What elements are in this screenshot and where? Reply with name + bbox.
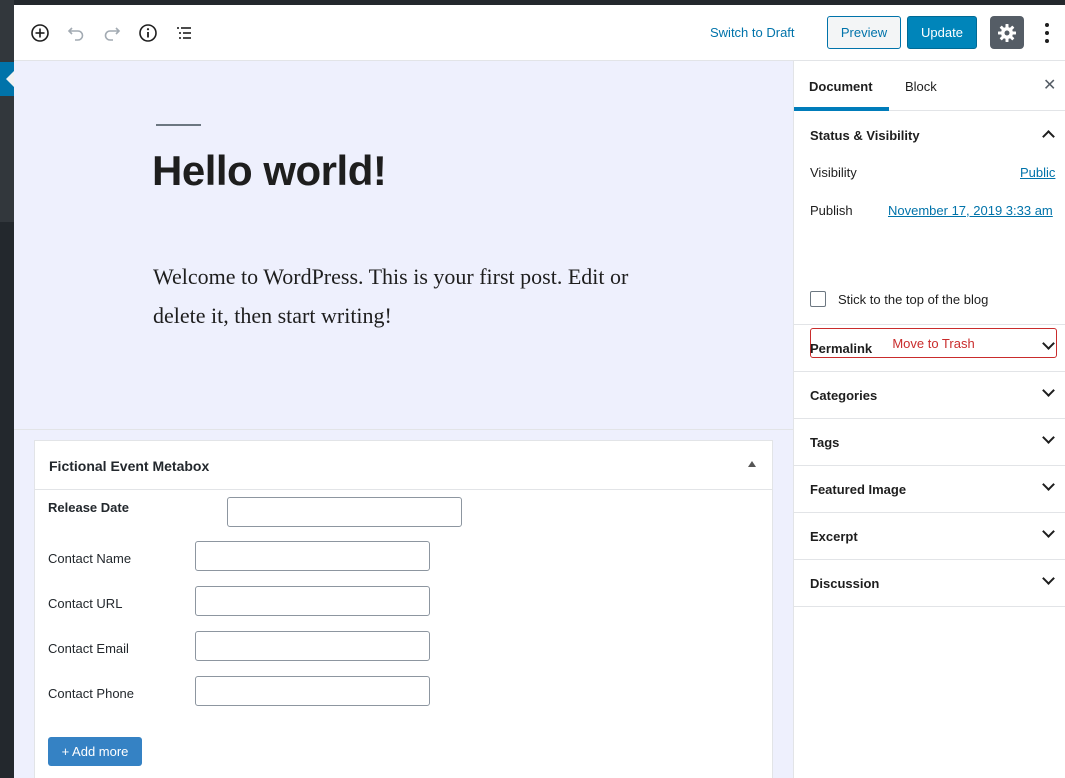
discussion-title: Discussion xyxy=(810,576,880,591)
more-options-icon[interactable] xyxy=(1038,21,1056,45)
admin-sidebar xyxy=(0,0,14,778)
close-icon[interactable]: ✕ xyxy=(1043,78,1056,94)
chevron-down-icon xyxy=(1042,478,1055,491)
admin-menu-arrow-icon xyxy=(6,71,14,87)
chevron-down-icon xyxy=(1042,431,1055,444)
visibility-link[interactable]: Public xyxy=(1020,165,1055,180)
tags-title: Tags xyxy=(810,435,840,450)
contact-phone-input[interactable] xyxy=(195,676,430,706)
featured-image-title: Featured Image xyxy=(810,482,907,497)
admin-menu xyxy=(0,0,14,222)
metabox-title: Fictional Event Metabox xyxy=(49,458,210,474)
settings-button[interactable] xyxy=(990,16,1024,49)
post-title[interactable]: Hello world! xyxy=(152,147,387,195)
release-date-label: Release Date xyxy=(48,500,129,515)
featured-image-panel[interactable]: Featured Image xyxy=(794,466,1065,513)
undo-icon[interactable] xyxy=(64,21,88,45)
post-paragraph[interactable]: Welcome to WordPress. This is your first… xyxy=(153,257,663,335)
chevron-up-icon[interactable] xyxy=(1042,130,1055,143)
metabox-header[interactable]: Fictional Event Metabox xyxy=(35,441,772,490)
gear-icon xyxy=(998,23,1016,42)
chevron-down-icon xyxy=(1042,525,1055,538)
tab-document[interactable]: Document xyxy=(809,79,873,94)
contact-name-input[interactable] xyxy=(195,541,430,571)
contact-email-label: Contact Email xyxy=(48,641,129,656)
chevron-down-icon xyxy=(1042,337,1055,350)
sticky-checkbox[interactable] xyxy=(810,291,826,307)
sticky-label[interactable]: Stick to the top of the blog xyxy=(838,292,988,307)
permalink-title: Permalink xyxy=(810,341,873,356)
contact-phone-label: Contact Phone xyxy=(48,686,135,701)
categories-panel[interactable]: Categories xyxy=(794,372,1065,419)
preview-button[interactable]: Preview xyxy=(827,16,901,49)
contact-url-label: Contact URL xyxy=(48,596,123,611)
tags-panel[interactable]: Tags xyxy=(794,419,1065,466)
status-visibility-panel: Status & Visibility Visibility Public Pu… xyxy=(794,111,1065,358)
chevron-down-icon xyxy=(1042,384,1055,397)
sidebar-tabs: Document Block ✕ xyxy=(794,61,1065,111)
categories-title: Categories xyxy=(810,388,878,403)
update-button[interactable]: Update xyxy=(907,16,977,49)
add-block-icon[interactable] xyxy=(28,21,52,45)
chevron-down-icon xyxy=(1042,572,1055,585)
switch-to-draft-button[interactable]: Switch to Draft xyxy=(710,25,795,40)
status-visibility-title[interactable]: Status & Visibility xyxy=(810,128,920,143)
excerpt-panel[interactable]: Excerpt xyxy=(794,513,1065,560)
visibility-label: Visibility xyxy=(810,165,857,180)
contact-url-input[interactable] xyxy=(195,586,430,616)
tab-block[interactable]: Block xyxy=(905,79,937,94)
info-icon[interactable] xyxy=(136,21,160,45)
redo-icon[interactable] xyxy=(100,21,124,45)
fictional-event-metabox: Fictional Event Metabox Release Date Con… xyxy=(34,440,773,778)
permalink-panel[interactable]: Permalink xyxy=(794,325,1065,372)
editor-canvas: Hello world! Welcome to WordPress. This … xyxy=(14,61,793,778)
discussion-panel[interactable]: Discussion xyxy=(794,560,1065,607)
metabox-area-divider xyxy=(14,429,793,430)
publish-label: Publish xyxy=(810,203,853,218)
contact-name-label: Contact Name xyxy=(48,551,132,566)
add-more-button[interactable]: + Add more xyxy=(48,737,142,766)
settings-sidebar: Document Block ✕ Status & Visibility Vis… xyxy=(793,61,1065,778)
outline-icon[interactable] xyxy=(172,21,196,45)
editor-toolbar: Switch to Draft Preview Update xyxy=(14,5,1065,61)
release-date-input[interactable] xyxy=(227,497,462,527)
collapse-arrow-icon[interactable] xyxy=(748,461,756,467)
contact-email-input[interactable] xyxy=(195,631,430,661)
excerpt-title: Excerpt xyxy=(810,529,858,544)
publish-date-link[interactable]: November 17, 2019 3:33 am xyxy=(888,203,1053,218)
title-divider xyxy=(156,124,201,126)
